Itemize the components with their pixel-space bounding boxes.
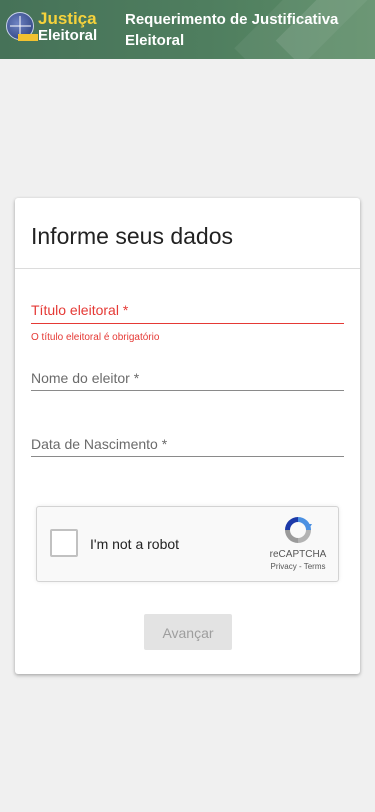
recaptcha-checkbox[interactable] <box>50 529 78 557</box>
logo-bar <box>18 34 38 41</box>
nome-eleitor-underline <box>31 390 344 391</box>
titulo-eleitoral-field[interactable]: Título eleitoral * O título eleitoral é … <box>31 301 344 343</box>
recaptcha-links: Privacy - Terms <box>259 562 337 572</box>
terms-link[interactable]: Terms <box>304 562 326 571</box>
form-card: Informe seus dados Título eleitoral * O … <box>15 198 360 674</box>
nome-eleitor-label: Nome do eleitor * <box>31 370 140 386</box>
data-nascimento-label: Data de Nascimento * <box>31 436 168 452</box>
recaptcha-label: I'm not a robot <box>90 536 180 552</box>
titulo-eleitoral-underline <box>31 323 344 324</box>
divider <box>15 268 360 269</box>
logo-text-line2: Eleitoral <box>38 27 98 44</box>
data-nascimento-underline <box>31 456 344 457</box>
recaptcha-icon <box>285 517 312 543</box>
titulo-eleitoral-label: Título eleitoral * <box>31 302 129 318</box>
avancar-button[interactable]: Avançar <box>144 614 232 650</box>
recaptcha-widget: I'm not a robot reCAPTCHA Privacy - Term… <box>36 506 339 582</box>
page-title: Requerimento de Justificativa Eleitoral <box>125 11 339 49</box>
logo-text-line1: Justiça <box>38 9 97 28</box>
data-nascimento-field[interactable]: Data de Nascimento * <box>31 435 344 459</box>
nome-eleitor-field[interactable]: Nome do eleitor * <box>31 369 344 393</box>
app-header: Justiça Eleitoral Requerimento de Justif… <box>0 0 375 59</box>
titulo-eleitoral-error: O título eleitoral é obrigatório <box>31 332 160 343</box>
link-separator: - <box>296 562 304 571</box>
recaptcha-brand: reCAPTCHA <box>269 549 327 560</box>
privacy-link[interactable]: Privacy <box>271 562 297 571</box>
justica-eleitoral-logo[interactable]: Justiça Eleitoral <box>4 9 98 46</box>
card-title: Informe seus dados <box>31 223 234 249</box>
